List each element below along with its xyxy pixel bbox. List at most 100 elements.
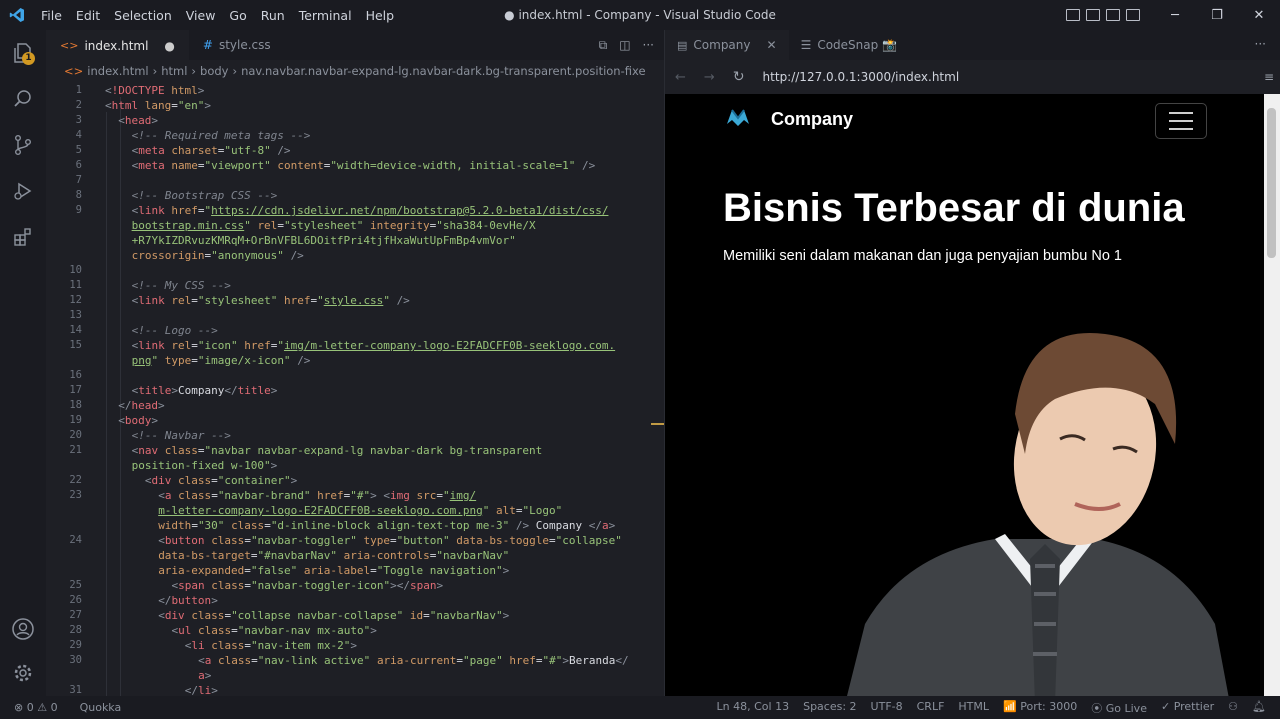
explorer-badge: 1 bbox=[22, 52, 35, 65]
code-line[interactable]: png" type="image/x-icon" /> bbox=[132, 354, 311, 367]
browser-tab-icon: ▤ bbox=[677, 38, 688, 52]
code-line[interactable]: <head> bbox=[118, 114, 158, 127]
menu-help[interactable]: Help bbox=[359, 8, 402, 23]
run-debug-icon[interactable] bbox=[0, 168, 46, 214]
code-line[interactable]: <link rel="icon" href="img/m-letter-comp… bbox=[132, 339, 616, 352]
forward-arrow-icon[interactable]: → bbox=[704, 70, 715, 85]
more-actions-icon[interactable]: ··· bbox=[1255, 37, 1266, 51]
line-number: 18 bbox=[69, 399, 82, 411]
code-line[interactable]: <!DOCTYPE html> bbox=[105, 84, 204, 97]
toggle-secondary-sidebar-icon[interactable] bbox=[1106, 9, 1120, 21]
breadcrumb-html[interactable]: html bbox=[161, 64, 187, 78]
breadcrumb-nav[interactable]: nav.navbar.navbar-expand-lg.navbar-dark.… bbox=[241, 64, 645, 78]
toggle-panel-icon[interactable] bbox=[1086, 9, 1100, 21]
code-line[interactable]: <a class="navbar-brand" href="#"> <img s… bbox=[158, 489, 476, 502]
code-line[interactable]: <span class="navbar-toggler-icon"></span… bbox=[172, 579, 444, 592]
menu-run[interactable]: Run bbox=[254, 8, 292, 23]
prettier-status[interactable]: ✓ Prettier bbox=[1161, 700, 1214, 716]
code-line[interactable]: a> bbox=[198, 669, 211, 682]
menu-terminal[interactable]: Terminal bbox=[292, 8, 359, 23]
code-line[interactable]: <!-- Bootstrap CSS --> bbox=[132, 189, 278, 202]
tab-style-css[interactable]: # style.css bbox=[189, 30, 285, 60]
menu-go[interactable]: Go bbox=[222, 8, 253, 23]
customize-layout-icon[interactable] bbox=[1126, 9, 1140, 21]
quokka-indicator[interactable]: Quokka bbox=[80, 701, 122, 714]
code-line[interactable]: width="30" class="d-inline-block align-t… bbox=[158, 519, 615, 532]
code-line[interactable]: aria-expanded="false" aria-label="Toggle… bbox=[158, 564, 509, 577]
more-actions-icon[interactable]: ··· bbox=[643, 38, 654, 53]
code-line[interactable]: <title>Company</title> bbox=[132, 384, 278, 397]
cursor-position[interactable]: Ln 48, Col 13 bbox=[717, 700, 790, 716]
notifications-bell-icon[interactable]: 🔔︎ bbox=[1252, 700, 1266, 716]
code-line[interactable]: </head> bbox=[118, 399, 164, 412]
code-line[interactable]: m-letter-company-logo-E2FADCFF0B-seeklog… bbox=[158, 504, 562, 517]
code-line[interactable]: +R7YkIZDRvuzKMRqM+OrBnVFBL6DOitfPri4tjfH… bbox=[132, 234, 516, 247]
scrollbar-thumb[interactable] bbox=[1267, 108, 1276, 258]
close-window-button[interactable]: ✕ bbox=[1238, 0, 1280, 30]
code-line[interactable]: bootstrap.min.css" rel="stylesheet" inte… bbox=[132, 219, 536, 232]
accounts-icon[interactable] bbox=[0, 606, 46, 652]
code-line[interactable]: <button class="navbar-toggler" type="but… bbox=[158, 534, 622, 547]
indentation[interactable]: Spaces: 2 bbox=[803, 700, 856, 716]
code-line[interactable]: <nav class="navbar navbar-expand-lg navb… bbox=[132, 444, 543, 457]
code-line[interactable]: <meta name="viewport" content="width=dev… bbox=[132, 159, 596, 172]
explorer-icon[interactable]: 1 bbox=[0, 30, 46, 76]
back-arrow-icon[interactable]: ← bbox=[675, 70, 686, 85]
code-line[interactable]: <div class="collapse navbar-collapse" id… bbox=[158, 609, 509, 622]
problems-indicator[interactable]: ⊗ 0 ⚠ 0 bbox=[14, 701, 58, 714]
code-line[interactable]: <!-- My CSS --> bbox=[132, 279, 231, 292]
code-line[interactable]: crossorigin="anonymous" /> bbox=[132, 249, 304, 262]
code-line[interactable]: <!-- Navbar --> bbox=[132, 429, 231, 442]
code-line[interactable]: <ul class="navbar-nav mx-auto"> bbox=[172, 624, 377, 637]
tab-codesnap[interactable]: ☰ CodeSnap 📸 bbox=[789, 30, 909, 60]
extensions-icon[interactable] bbox=[0, 214, 46, 260]
unsaved-dot-icon[interactable]: ● bbox=[164, 39, 174, 53]
company-logo-icon[interactable] bbox=[723, 106, 753, 132]
search-icon[interactable] bbox=[0, 76, 46, 122]
source-control-icon[interactable] bbox=[0, 122, 46, 168]
code-line[interactable]: <link rel="stylesheet" href="style.css" … bbox=[132, 294, 410, 307]
feedback-icon[interactable]: ⚇ bbox=[1228, 700, 1238, 716]
code-line[interactable]: <body> bbox=[118, 414, 158, 427]
preview-scrollbar[interactable] bbox=[1264, 94, 1280, 696]
tab-company-preview[interactable]: ▤ Company ✕ bbox=[665, 30, 789, 60]
server-port[interactable]: 📶 Port: 3000 bbox=[1003, 700, 1077, 716]
breadcrumb-file[interactable]: index.html bbox=[87, 64, 148, 78]
close-tab-icon[interactable]: ✕ bbox=[767, 38, 777, 52]
code-line[interactable]: <a class="nav-link active" aria-current=… bbox=[198, 654, 629, 667]
line-endings[interactable]: CRLF bbox=[917, 700, 945, 716]
code-line[interactable]: </button> bbox=[158, 594, 218, 607]
menu-file[interactable]: File bbox=[34, 8, 69, 23]
code-line[interactable]: <html lang="en"> bbox=[105, 99, 211, 112]
reload-icon[interactable]: ↻ bbox=[733, 69, 745, 85]
breadcrumb-body[interactable]: body bbox=[200, 64, 228, 78]
code-line[interactable]: data-bs-target="#navbarNav" aria-control… bbox=[158, 549, 509, 562]
code-line[interactable]: position-fixed w-100"> bbox=[132, 459, 278, 472]
open-preview-icon[interactable]: ⧉ bbox=[599, 38, 608, 53]
split-editor-icon[interactable]: ◫ bbox=[619, 38, 630, 53]
hamburger-menu-icon[interactable]: ≡ bbox=[1264, 70, 1274, 84]
toggle-sidebar-icon[interactable] bbox=[1066, 9, 1080, 21]
url-input[interactable]: http://127.0.0.1:3000/index.html bbox=[763, 70, 960, 84]
prettier-label: Prettier bbox=[1173, 699, 1215, 713]
code-line[interactable]: <li class="nav-item mx-2"> bbox=[185, 639, 357, 652]
code-line[interactable]: <!-- Logo --> bbox=[132, 324, 218, 337]
code-editor[interactable]: 1 <!DOCTYPE html> 2 <html lang="en"> 3 <head>… bbox=[46, 82, 664, 696]
restore-button[interactable]: ❐ bbox=[1196, 0, 1238, 30]
menu-selection[interactable]: Selection bbox=[107, 8, 179, 23]
navbar-toggler-button[interactable] bbox=[1155, 103, 1207, 139]
encoding[interactable]: UTF-8 bbox=[871, 700, 903, 716]
code-line[interactable]: <div class="container"> bbox=[145, 474, 297, 487]
code-line[interactable]: <meta charset="utf-8" /> bbox=[132, 144, 291, 157]
settings-gear-icon[interactable] bbox=[0, 650, 46, 696]
language-mode[interactable]: HTML bbox=[958, 700, 989, 716]
code-line[interactable]: <link href="https://cdn.jsdelivr.net/npm… bbox=[132, 204, 609, 217]
site-brand[interactable]: Company bbox=[771, 109, 853, 130]
menu-edit[interactable]: Edit bbox=[69, 8, 107, 23]
minimize-button[interactable]: ─ bbox=[1154, 0, 1196, 30]
go-live-button[interactable]: ⦿ Go Live bbox=[1091, 700, 1147, 716]
tab-index-html[interactable]: <> index.html ● bbox=[46, 30, 189, 60]
code-line[interactable]: <!-- Required meta tags --> bbox=[132, 129, 311, 142]
code-line[interactable]: </li> bbox=[185, 684, 218, 696]
menu-view[interactable]: View bbox=[179, 8, 223, 23]
